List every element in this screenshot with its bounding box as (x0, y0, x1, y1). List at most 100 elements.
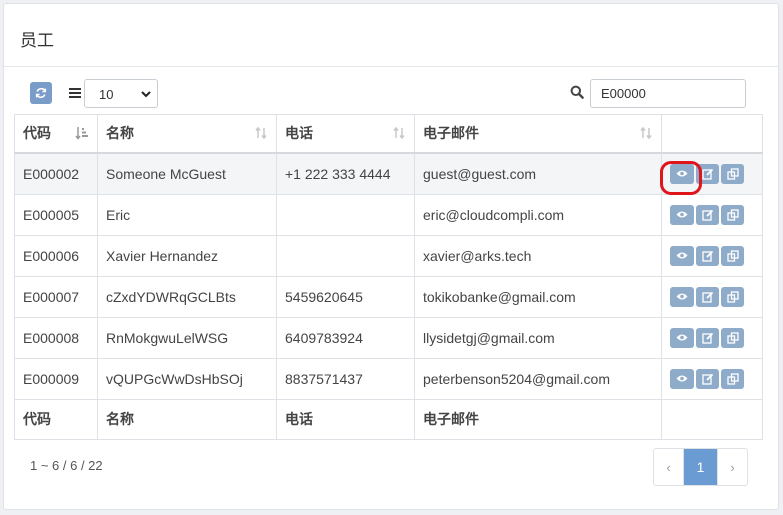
view-button[interactable] (670, 204, 694, 225)
cell-code: E000007 (14, 275, 98, 318)
pagination-info: 1 ~ 6 / 6 / 22 (30, 458, 103, 473)
edit-icon (701, 291, 714, 303)
cell-phone: 5459620645 (276, 275, 415, 318)
sort-icon (255, 126, 267, 140)
cell-email: eric@cloudcompli.com (414, 193, 662, 236)
table-header-row: 代码 名称 电话 电子邮件 (14, 114, 763, 154)
footer-actions (661, 398, 763, 440)
cell-actions (661, 357, 763, 400)
edit-icon (701, 250, 714, 262)
edit-button[interactable] (696, 368, 719, 389)
cell-code: E000005 (14, 193, 98, 236)
employees-table: 代码 名称 电话 电子邮件 E000002 Someone McGuest +1… (14, 114, 763, 440)
cell-actions (661, 152, 763, 195)
copy-button[interactable] (721, 163, 744, 184)
edit-icon (701, 332, 714, 344)
table-row[interactable]: E000006 Xavier Hernandez xavier@arks.tech (14, 234, 763, 277)
view-button[interactable] (670, 286, 694, 307)
edit-button[interactable] (696, 327, 719, 348)
column-header-email[interactable]: 电子邮件 (414, 114, 662, 154)
table-toolbar: 10 (0, 78, 783, 110)
cell-name: Someone McGuest (97, 152, 277, 195)
table-row[interactable]: E000007 cZxdYDWRqGCLBts 5459620645 tokikoba… (14, 275, 763, 318)
edit-icon (701, 209, 714, 221)
cell-name: cZxdYDWRqGCLBts (97, 275, 277, 318)
footer-phone: 电话 (276, 398, 415, 440)
cell-phone (276, 193, 415, 236)
cell-code: E000009 (14, 357, 98, 400)
copy-button[interactable] (721, 368, 744, 389)
table-row[interactable]: E000002 Someone McGuest +1 222 333 4444 gue… (14, 152, 763, 195)
cell-actions (661, 193, 763, 236)
column-header-actions (661, 114, 763, 154)
cell-name: vQUPGcWwDsHbSOj (97, 357, 277, 400)
column-header-phone[interactable]: 电话 (276, 114, 415, 154)
page-size-value: 10 (99, 87, 114, 102)
menu-icon[interactable] (69, 88, 81, 98)
cell-phone: 8837571437 (276, 357, 415, 400)
page-size-select[interactable]: 10 (84, 79, 158, 108)
view-button[interactable] (670, 327, 694, 348)
next-page-button[interactable]: › (717, 449, 747, 485)
copy-button[interactable] (721, 286, 744, 307)
footer-code: 代码 (14, 398, 98, 440)
column-header-code[interactable]: 代码 (14, 114, 98, 154)
cell-email: xavier@arks.tech (414, 234, 662, 277)
table-row[interactable]: E000005 Eric eric@cloudcompli.com (14, 193, 763, 236)
search-icon (570, 85, 584, 99)
eye-icon (676, 292, 688, 301)
sort-icon (640, 126, 652, 140)
sort-icon (393, 126, 405, 140)
cell-name: RnMokgwuLelWSG (97, 316, 277, 359)
cell-code: E000006 (14, 234, 98, 277)
page-button-current[interactable]: 1 (684, 449, 717, 485)
edit-button[interactable] (696, 163, 719, 184)
eye-icon (676, 374, 688, 383)
cell-actions (661, 316, 763, 359)
cell-email: tokikobanke@gmail.com (414, 275, 662, 318)
copy-icon (726, 249, 739, 262)
table-row[interactable]: E000008 RnMokgwuLelWSG 6409783924 llysidetg… (14, 316, 763, 359)
copy-icon (726, 290, 739, 303)
copy-icon (726, 208, 739, 221)
table-row[interactable]: E000009 vQUPGcWwDsHbSOj 8837571437 peterben… (14, 357, 763, 400)
copy-icon (726, 167, 739, 180)
edit-icon (701, 373, 714, 385)
refresh-icon (35, 87, 47, 99)
refresh-button[interactable] (30, 82, 52, 104)
table-footer-row: 代码 名称 电话 电子邮件 (14, 398, 763, 440)
cell-email: peterbenson5204@gmail.com (414, 357, 662, 400)
copy-button[interactable] (721, 245, 744, 266)
edit-icon (701, 168, 714, 180)
cell-phone (276, 234, 415, 277)
cell-name: Eric (97, 193, 277, 236)
edit-button[interactable] (696, 286, 719, 307)
search-input[interactable] (590, 79, 746, 108)
view-button[interactable] (670, 245, 694, 266)
cell-code: E000002 (14, 152, 98, 195)
copy-button[interactable] (721, 204, 744, 225)
edit-button[interactable] (696, 245, 719, 266)
cell-actions (661, 234, 763, 277)
sort-asc-icon (75, 127, 88, 140)
cell-actions (661, 275, 763, 318)
chevron-down-icon (141, 91, 151, 98)
copy-button[interactable] (721, 327, 744, 348)
copy-icon (726, 372, 739, 385)
pagination: ‹ 1 › (653, 448, 748, 486)
footer-name: 名称 (97, 398, 277, 440)
column-header-name[interactable]: 名称 (97, 114, 277, 154)
eye-icon (676, 251, 688, 260)
prev-page-button[interactable]: ‹ (654, 449, 684, 485)
cell-name: Xavier Hernandez (97, 234, 277, 277)
cell-code: E000008 (14, 316, 98, 359)
cell-email: guest@guest.com (414, 152, 662, 195)
eye-icon (676, 333, 688, 342)
panel-title: 员工 (4, 4, 778, 67)
eye-icon (676, 169, 688, 178)
view-button[interactable] (670, 368, 694, 389)
copy-icon (726, 331, 739, 344)
view-button[interactable] (670, 163, 694, 184)
edit-button[interactable] (696, 204, 719, 225)
cell-phone: +1 222 333 4444 (276, 152, 415, 195)
